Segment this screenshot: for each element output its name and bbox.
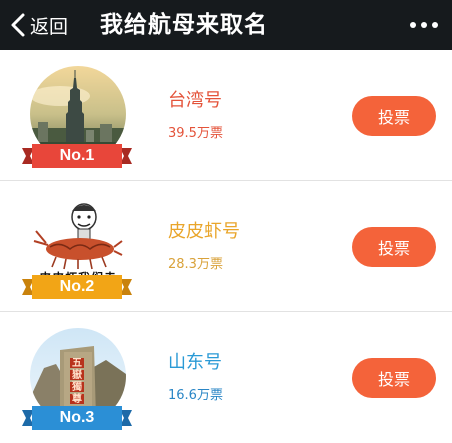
vote-button[interactable]: 投票: [352, 358, 436, 398]
carrier-name: 山东号: [168, 352, 222, 373]
ranking-list: No.1 台湾号 39.5万票 投票 No.2 皮皮虾号 28.3万票 投票 五…: [0, 50, 452, 443]
top-nav-bar: 返回 我给航母来取名: [0, 0, 452, 50]
rank-label: No.1: [59, 147, 95, 164]
list-item: No.1 台湾号 39.5万票 投票: [0, 50, 452, 181]
list-item: 五嶽獨尊 No.3 山东号 16.6万票 投票: [0, 312, 452, 443]
vote-button[interactable]: 投票: [352, 96, 436, 136]
rank-ribbon: No.2: [22, 275, 132, 299]
entry-badge: No.1: [22, 66, 132, 170]
vote-button[interactable]: 投票: [352, 227, 436, 267]
list-item: 皮皮虾我们走 No.2 皮皮虾号 28.3万票 投票: [0, 181, 452, 312]
vote-count: 28.3万票: [168, 257, 223, 272]
inscription-text: 五嶽獨尊: [72, 358, 82, 405]
rank-ribbon: No.1: [22, 144, 132, 168]
back-button[interactable]: 返回: [10, 0, 68, 50]
page-title: 我给航母来取名: [100, 12, 268, 38]
vote-count: 16.6万票: [168, 388, 223, 403]
more-options-icon[interactable]: [410, 0, 438, 50]
vote-count: 39.5万票: [168, 126, 223, 141]
carrier-name: 台湾号: [168, 90, 222, 111]
rank-ribbon: No.3: [22, 406, 132, 430]
back-label: 返回: [30, 15, 69, 38]
carrier-name: 皮皮虾号: [168, 221, 240, 242]
entry-badge: 五嶽獨尊 No.3: [22, 328, 132, 432]
rank-label: No.3: [59, 409, 95, 426]
entry-badge: 皮皮虾我们走 No.2: [22, 197, 132, 301]
back-chevron-icon: [11, 13, 25, 37]
rank-label: No.2: [59, 278, 95, 295]
